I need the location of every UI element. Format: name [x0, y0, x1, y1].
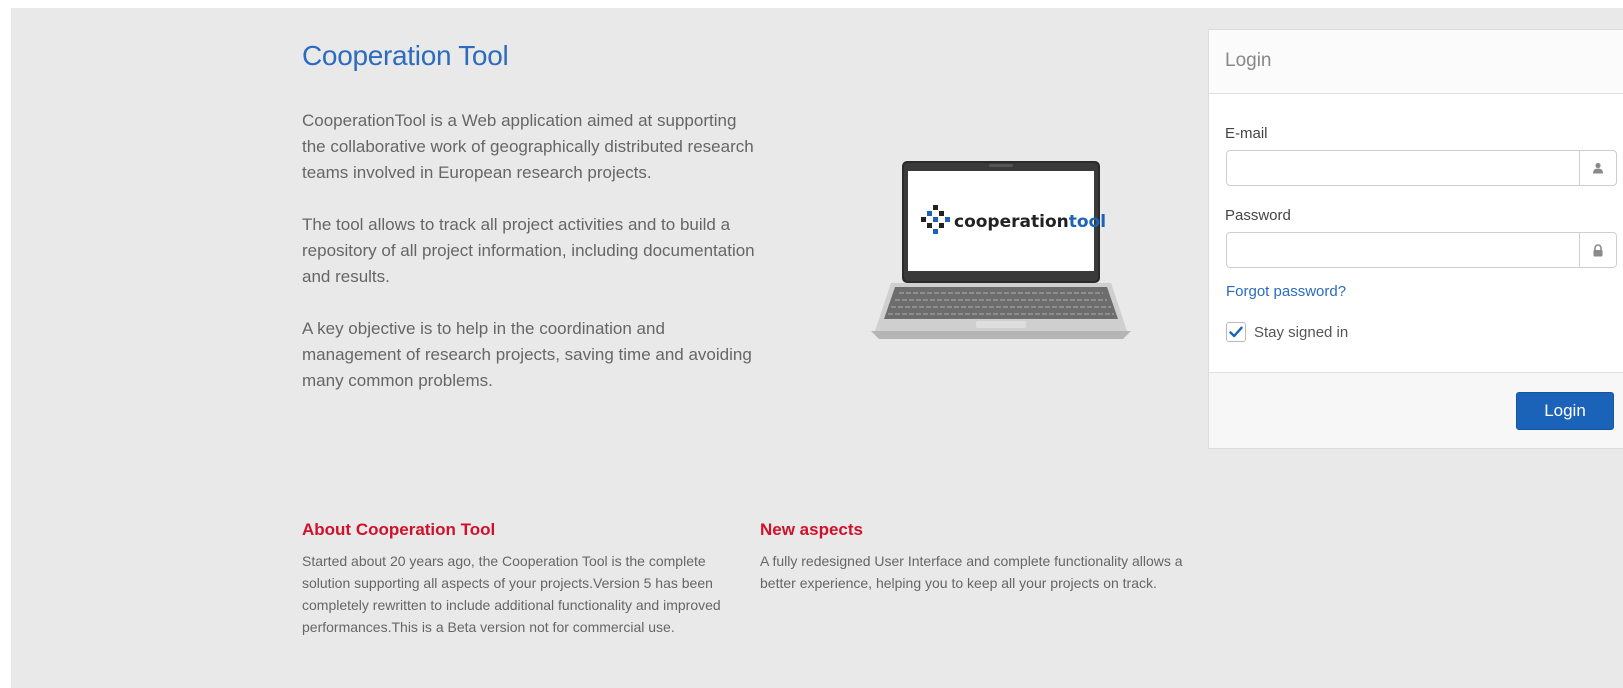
about-text: Started about 20 years ago, the Cooperat…	[302, 553, 721, 635]
intro-paragraph: The tool allows to track all project act…	[302, 215, 755, 286]
logo-text-accent: tool	[1069, 212, 1106, 232]
stay-signed-in-checkbox[interactable]	[1226, 322, 1246, 342]
about-heading: About Cooperation Tool	[302, 520, 496, 539]
page-title: Cooperation Tool	[302, 40, 509, 71]
email-input-group	[1226, 150, 1617, 186]
about-section: About Cooperation Tool Started about 20 …	[302, 520, 727, 638]
checkmark-icon	[1229, 326, 1243, 338]
password-field[interactable]	[1227, 233, 1592, 267]
forgot-password-link[interactable]: Forgot password?	[1226, 283, 1346, 300]
stay-signed-in-row: Stay signed in	[1226, 322, 1348, 342]
login-card-title: Login	[1209, 30, 1623, 94]
lock-icon	[1579, 233, 1616, 267]
intro-paragraph: CooperationTool is a Web application aim…	[302, 111, 754, 182]
password-label: Password	[1225, 207, 1291, 224]
login-button[interactable]: Login	[1516, 392, 1614, 430]
laptop-illustration: cooperationtool	[871, 161, 1131, 341]
new-aspects-heading: New aspects	[760, 520, 863, 539]
logo-text-dark: cooperation	[954, 212, 1069, 232]
login-card: Login E-mail Password Forgot password? S…	[1208, 29, 1623, 449]
new-aspects-section: New aspects A fully redesigned User Inte…	[760, 520, 1190, 594]
stay-signed-in-label: Stay signed in	[1254, 323, 1349, 341]
new-aspects-text: A fully redesigned User Interface and co…	[760, 553, 1183, 591]
intro-text: CooperationTool is a Web application aim…	[302, 108, 757, 420]
email-label: E-mail	[1225, 125, 1268, 142]
svg-text:cooperationtool: cooperationtool	[954, 212, 1106, 232]
password-input-group	[1226, 232, 1617, 268]
login-card-footer: Login	[1209, 372, 1623, 448]
intro-paragraph: A key objective is to help in the coordi…	[302, 319, 752, 390]
email-field[interactable]	[1227, 151, 1592, 185]
user-icon	[1579, 151, 1616, 185]
